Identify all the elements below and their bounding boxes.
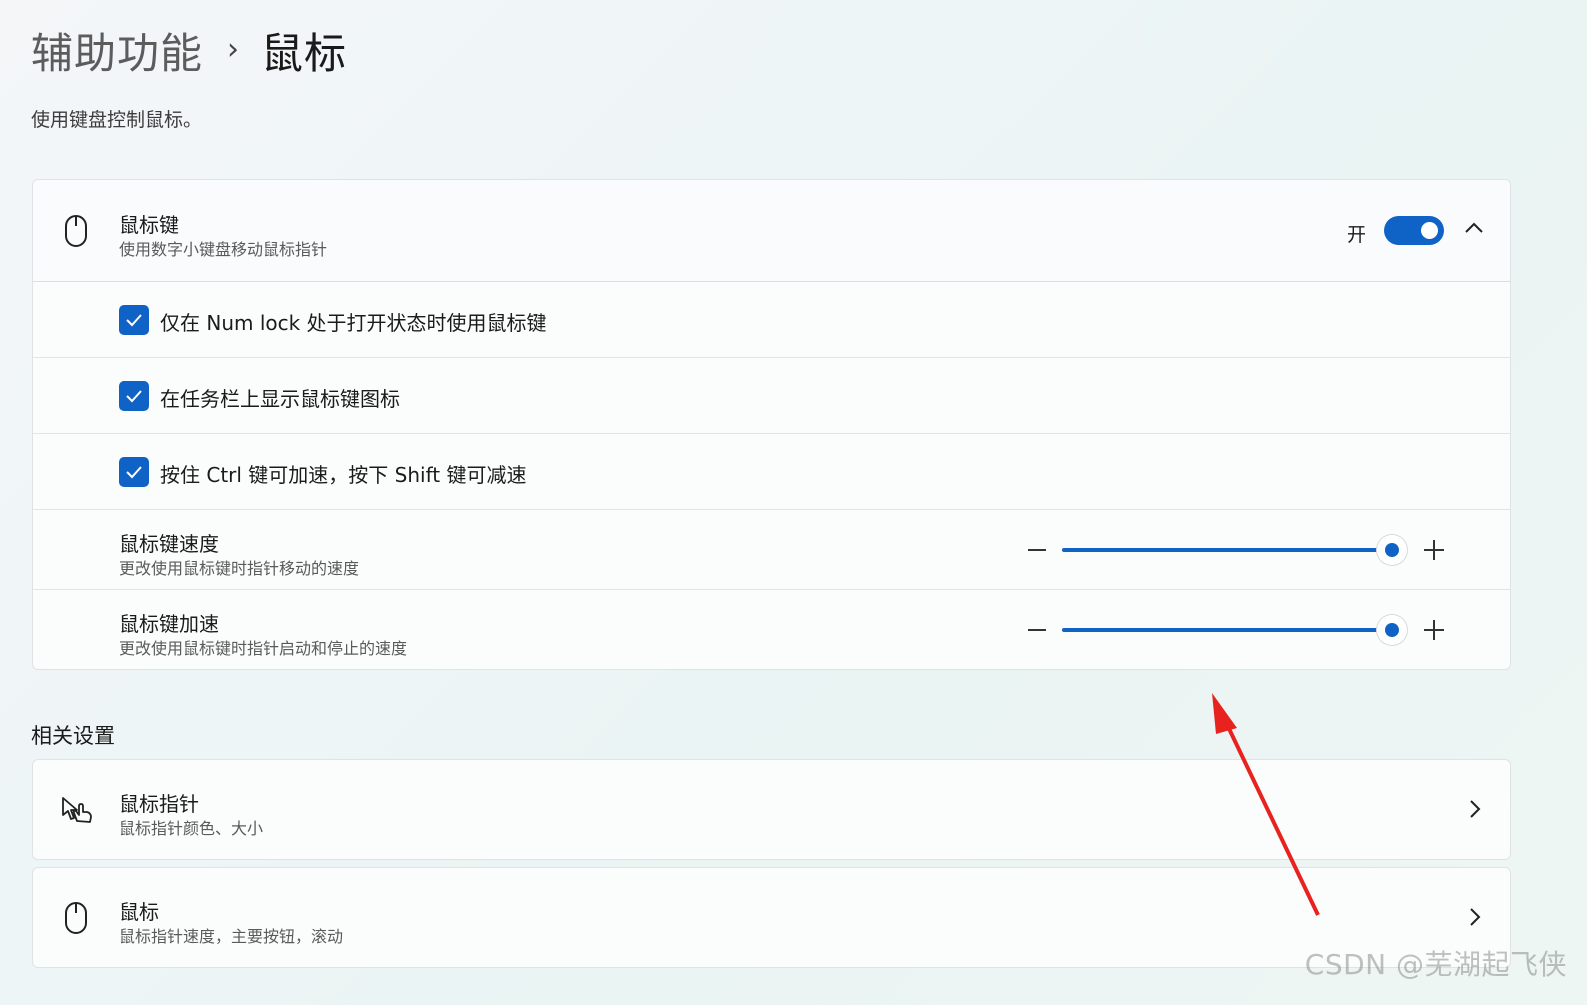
slider-track[interactable] <box>1062 548 1392 552</box>
page-description: 使用键盘控制鼠标。 <box>31 109 203 131</box>
related-settings-heading: 相关设置 <box>31 724 115 748</box>
watermark: CSDN @芜湖起飞侠 <box>1304 948 1567 981</box>
ctrl-shift-label[interactable]: 按住 Ctrl 键可加速，按下 Shift 键可减速 <box>160 459 526 488</box>
acceleration-title: 鼠标键加速 <box>119 612 219 636</box>
speed-slider[interactable] <box>1028 530 1444 570</box>
taskbar-icon-label[interactable]: 在任务栏上显示鼠标键图标 <box>160 383 400 412</box>
mouse-keys-subtitle: 使用数字小键盘移动鼠标指针 <box>119 240 328 259</box>
mouse-subtitle: 鼠标指针速度，主要按钮，滚动 <box>119 927 344 946</box>
checkmark-icon <box>126 314 142 327</box>
breadcrumb: 辅助功能 › 鼠标 <box>31 22 347 78</box>
mouse-keys-card: 鼠标键 使用数字小键盘移动鼠标指针 开 仅在 Num lock 处于打开状态时使… <box>32 179 1511 670</box>
checkmark-icon <box>126 466 142 479</box>
mouse-keys-header[interactable]: 鼠标键 使用数字小键盘移动鼠标指针 开 <box>33 180 1510 282</box>
breadcrumb-parent-link[interactable]: 辅助功能 <box>31 20 203 81</box>
speed-subtitle: 更改使用鼠标键时指针移动的速度 <box>119 559 360 578</box>
breadcrumb-separator-icon: › <box>227 32 240 67</box>
mouse-keys-title: 鼠标键 <box>119 213 179 237</box>
chevron-right-icon <box>1462 905 1486 929</box>
chevron-right-icon <box>1462 797 1486 821</box>
mouse-title: 鼠标 <box>119 900 159 924</box>
mouse-link-card[interactable]: 鼠标 鼠标指针速度，主要按钮，滚动 <box>32 867 1511 968</box>
slider-thumb[interactable] <box>1377 615 1407 645</box>
mouse-pointer-title: 鼠标指针 <box>119 792 199 816</box>
pointer-hand-icon <box>59 790 95 830</box>
mouse-pointer-subtitle: 鼠标指针颜色、大小 <box>119 819 264 838</box>
toggle-state-label: 开 <box>1346 224 1366 246</box>
ctrl-shift-checkbox[interactable] <box>119 457 149 487</box>
checkmark-icon <box>126 390 142 403</box>
plus-icon <box>1424 620 1444 640</box>
chevron-up-icon[interactable] <box>1462 216 1486 240</box>
numlock-checkbox[interactable] <box>119 305 149 335</box>
option-row-numlock: 仅在 Num lock 处于打开状态时使用鼠标键 <box>33 282 1510 358</box>
toggle-knob <box>1421 222 1438 239</box>
speed-title: 鼠标键速度 <box>119 532 219 556</box>
acceleration-subtitle: 更改使用鼠标键时指针启动和停止的速度 <box>119 639 408 658</box>
mouse-pointer-link-card[interactable]: 鼠标指针 鼠标指针颜色、大小 <box>32 759 1511 860</box>
speed-row: 鼠标键速度 更改使用鼠标键时指针移动的速度 <box>33 510 1510 590</box>
mouse-icon <box>61 898 91 938</box>
slider-thumb[interactable] <box>1377 535 1407 565</box>
option-row-taskbar-icon: 在任务栏上显示鼠标键图标 <box>33 358 1510 434</box>
mouse-keys-toggle[interactable] <box>1384 216 1444 245</box>
acceleration-slider[interactable] <box>1028 610 1444 650</box>
numlock-label[interactable]: 仅在 Num lock 处于打开状态时使用鼠标键 <box>160 307 547 336</box>
page-title: 鼠标 <box>261 28 348 78</box>
slider-track[interactable] <box>1062 628 1392 632</box>
plus-icon <box>1424 540 1444 560</box>
minus-icon <box>1028 549 1046 551</box>
taskbar-icon-checkbox[interactable] <box>119 381 149 411</box>
mouse-icon <box>61 211 91 251</box>
minus-icon <box>1028 629 1046 631</box>
acceleration-row: 鼠标键加速 更改使用鼠标键时指针启动和停止的速度 <box>33 590 1510 669</box>
option-row-ctrl-shift: 按住 Ctrl 键可加速，按下 Shift 键可减速 <box>33 434 1510 510</box>
